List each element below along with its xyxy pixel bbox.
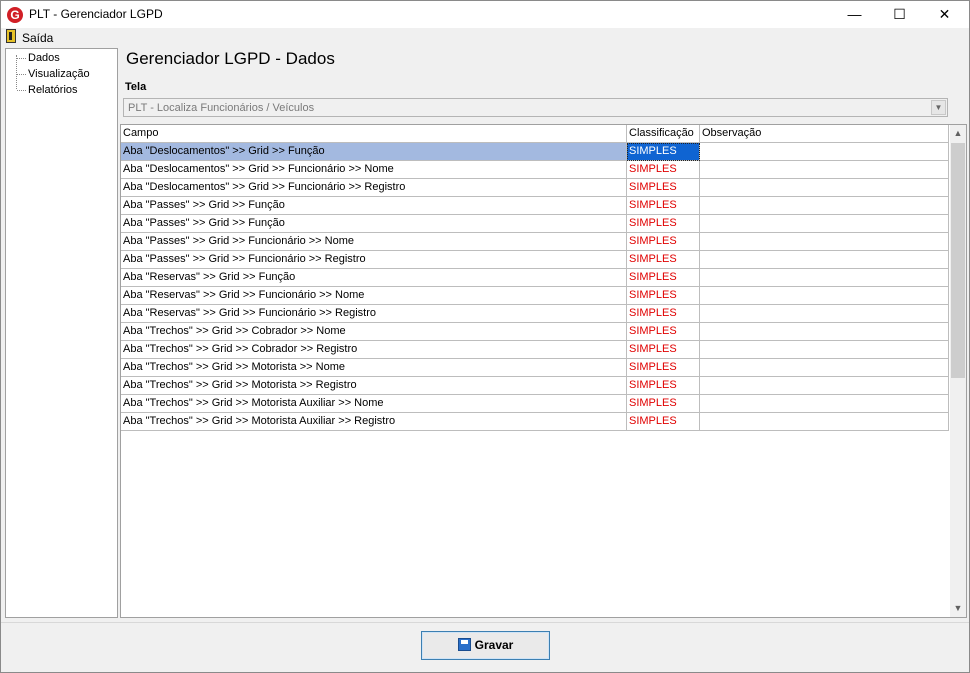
cell-campo[interactable]: Aba "Trechos" >> Grid >> Motorista Auxil… [121,413,627,431]
cell-observacao[interactable] [700,359,949,377]
cell-observacao[interactable] [700,197,949,215]
close-button[interactable]: ✕ [922,1,967,28]
tree-item-relatorios[interactable]: Relatórios [17,84,78,96]
navigation-tree: Dados Visualização Relatórios [5,48,118,618]
cell-campo[interactable]: Aba "Trechos" >> Grid >> Motorista Auxil… [121,395,627,413]
data-grid: Campo Classificação Observação Aba "Desl… [120,124,967,618]
cell-campo[interactable]: Aba "Passes" >> Grid >> Funcionário >> N… [121,233,627,251]
minimize-button[interactable]: — [832,1,877,28]
cell-observacao[interactable] [700,233,949,251]
table-row[interactable]: Aba "Trechos" >> Grid >> Motorista >> Re… [121,377,949,395]
cell-classificacao[interactable]: SIMPLES [627,377,700,395]
page-title: Gerenciador LGPD - Dados [126,49,335,68]
cell-classificacao[interactable]: SIMPLES [627,305,700,323]
cell-observacao[interactable] [700,377,949,395]
scroll-down-icon[interactable]: ▼ [950,600,966,617]
floppy-disk-icon [457,638,471,651]
cell-campo[interactable]: Aba "Trechos" >> Grid >> Motorista >> Re… [121,377,627,395]
table-row[interactable]: Aba "Trechos" >> Grid >> Motorista Auxil… [121,395,949,413]
column-header-observacao[interactable]: Observação [700,125,949,142]
cell-campo[interactable]: Aba "Reservas" >> Grid >> Função [121,269,627,287]
table-row[interactable]: Aba "Trechos" >> Grid >> Motorista >> No… [121,359,949,377]
cell-classificacao[interactable]: SIMPLES [627,179,700,197]
tree-item-dados[interactable]: Dados [17,52,60,64]
tela-select[interactable]: PLT - Localiza Funcionários / Veículos ▼ [123,98,948,117]
table-row[interactable]: Aba "Reservas" >> Grid >> Função SIMPLES [121,269,949,287]
table-row[interactable]: Aba "Deslocamentos" >> Grid >> Função SIM… [121,143,949,161]
cell-classificacao[interactable]: SIMPLES [627,251,700,269]
table-row[interactable]: Aba "Trechos" >> Grid >> Motorista Auxil… [121,413,949,431]
table-row[interactable]: Aba "Passes" >> Grid >> Funcionário >> R… [121,251,949,269]
cell-campo[interactable]: Aba "Deslocamentos" >> Grid >> Função [121,143,627,161]
cell-classificacao[interactable]: SIMPLES [627,269,700,287]
cell-classificacao[interactable]: SIMPLES [627,233,700,251]
cell-observacao[interactable] [700,287,949,305]
vertical-scrollbar[interactable]: ▲ ▼ [950,125,966,617]
scroll-up-icon[interactable]: ▲ [950,125,966,142]
cell-observacao[interactable] [700,215,949,233]
save-button-label: Gravar [474,638,514,652]
title-bar: G PLT - Gerenciador LGPD — ☐ ✕ [1,1,969,28]
cell-classificacao[interactable]: SIMPLES [627,161,700,179]
exit-door-icon [6,29,16,43]
tree-item-visualizacao[interactable]: Visualização [17,68,90,80]
cell-observacao[interactable] [700,143,949,161]
menu-bar: Saída [1,28,969,47]
table-row[interactable]: Aba "Trechos" >> Grid >> Cobrador >> Nom… [121,323,949,341]
cell-observacao[interactable] [700,413,949,431]
exit-menu-item[interactable]: Saída [22,31,53,45]
cell-campo[interactable]: Aba "Reservas" >> Grid >> Funcionário >>… [121,305,627,323]
table-row[interactable]: Aba "Deslocamentos" >> Grid >> Funcionár… [121,161,949,179]
cell-campo[interactable]: Aba "Passes" >> Grid >> Função [121,197,627,215]
cell-classificacao[interactable]: SIMPLES [627,287,700,305]
cell-observacao[interactable] [700,395,949,413]
cell-campo[interactable]: Aba "Trechos" >> Grid >> Cobrador >> Nom… [121,323,627,341]
cell-campo[interactable]: Aba "Trechos" >> Grid >> Cobrador >> Reg… [121,341,627,359]
cell-observacao[interactable] [700,323,949,341]
table-row[interactable]: Aba "Passes" >> Grid >> Funcionário >> N… [121,233,949,251]
cell-campo[interactable]: Aba "Deslocamentos" >> Grid >> Funcionár… [121,161,627,179]
grid-header: Campo Classificação Observação [121,125,949,143]
app-logo-icon: G [7,7,23,23]
table-row[interactable]: Aba "Reservas" >> Grid >> Funcionário >>… [121,305,949,323]
table-row[interactable]: Aba "Reservas" >> Grid >> Funcionário >>… [121,287,949,305]
table-row[interactable]: Aba "Trechos" >> Grid >> Cobrador >> Reg… [121,341,949,359]
footer-bar: Gravar [1,622,969,672]
window-title: PLT - Gerenciador LGPD [29,7,163,21]
cell-campo[interactable]: Aba "Passes" >> Grid >> Função [121,215,627,233]
tela-select-value: PLT - Localiza Funcionários / Veículos [128,102,315,114]
cell-classificacao[interactable]: SIMPLES [627,341,700,359]
scrollbar-thumb[interactable] [951,143,965,378]
cell-campo[interactable]: Aba "Deslocamentos" >> Grid >> Funcionár… [121,179,627,197]
tela-label: Tela [125,81,147,93]
column-header-classificacao[interactable]: Classificação [627,125,700,142]
column-header-campo[interactable]: Campo [121,125,627,142]
app-window: G PLT - Gerenciador LGPD — ☐ ✕ Saída Dad… [0,0,970,673]
cell-campo[interactable]: Aba "Trechos" >> Grid >> Motorista >> No… [121,359,627,377]
cell-classificacao[interactable]: SIMPLES [627,197,700,215]
cell-observacao[interactable] [700,269,949,287]
cell-classificacao[interactable]: SIMPLES [627,215,700,233]
cell-observacao[interactable] [700,305,949,323]
cell-observacao[interactable] [700,179,949,197]
cell-classificacao[interactable]: SIMPLES [627,413,700,431]
save-button[interactable]: Gravar [421,631,550,660]
maximize-button[interactable]: ☐ [877,1,922,28]
tree-connector [16,55,17,89]
cell-observacao[interactable] [700,341,949,359]
chevron-down-icon[interactable]: ▼ [931,100,946,115]
table-row[interactable]: Aba "Passes" >> Grid >> Função SIMPLES [121,197,949,215]
table-row[interactable]: Aba "Deslocamentos" >> Grid >> Funcionár… [121,179,949,197]
cell-observacao[interactable] [700,251,949,269]
cell-classificacao[interactable]: SIMPLES [627,143,700,161]
cell-classificacao[interactable]: SIMPLES [627,395,700,413]
cell-classificacao[interactable]: SIMPLES [627,323,700,341]
table-row[interactable]: Aba "Passes" >> Grid >> Função SIMPLES [121,215,949,233]
cell-campo[interactable]: Aba "Reservas" >> Grid >> Funcionário >>… [121,287,627,305]
cell-classificacao[interactable]: SIMPLES [627,359,700,377]
cell-campo[interactable]: Aba "Passes" >> Grid >> Funcionário >> R… [121,251,627,269]
cell-observacao[interactable] [700,161,949,179]
